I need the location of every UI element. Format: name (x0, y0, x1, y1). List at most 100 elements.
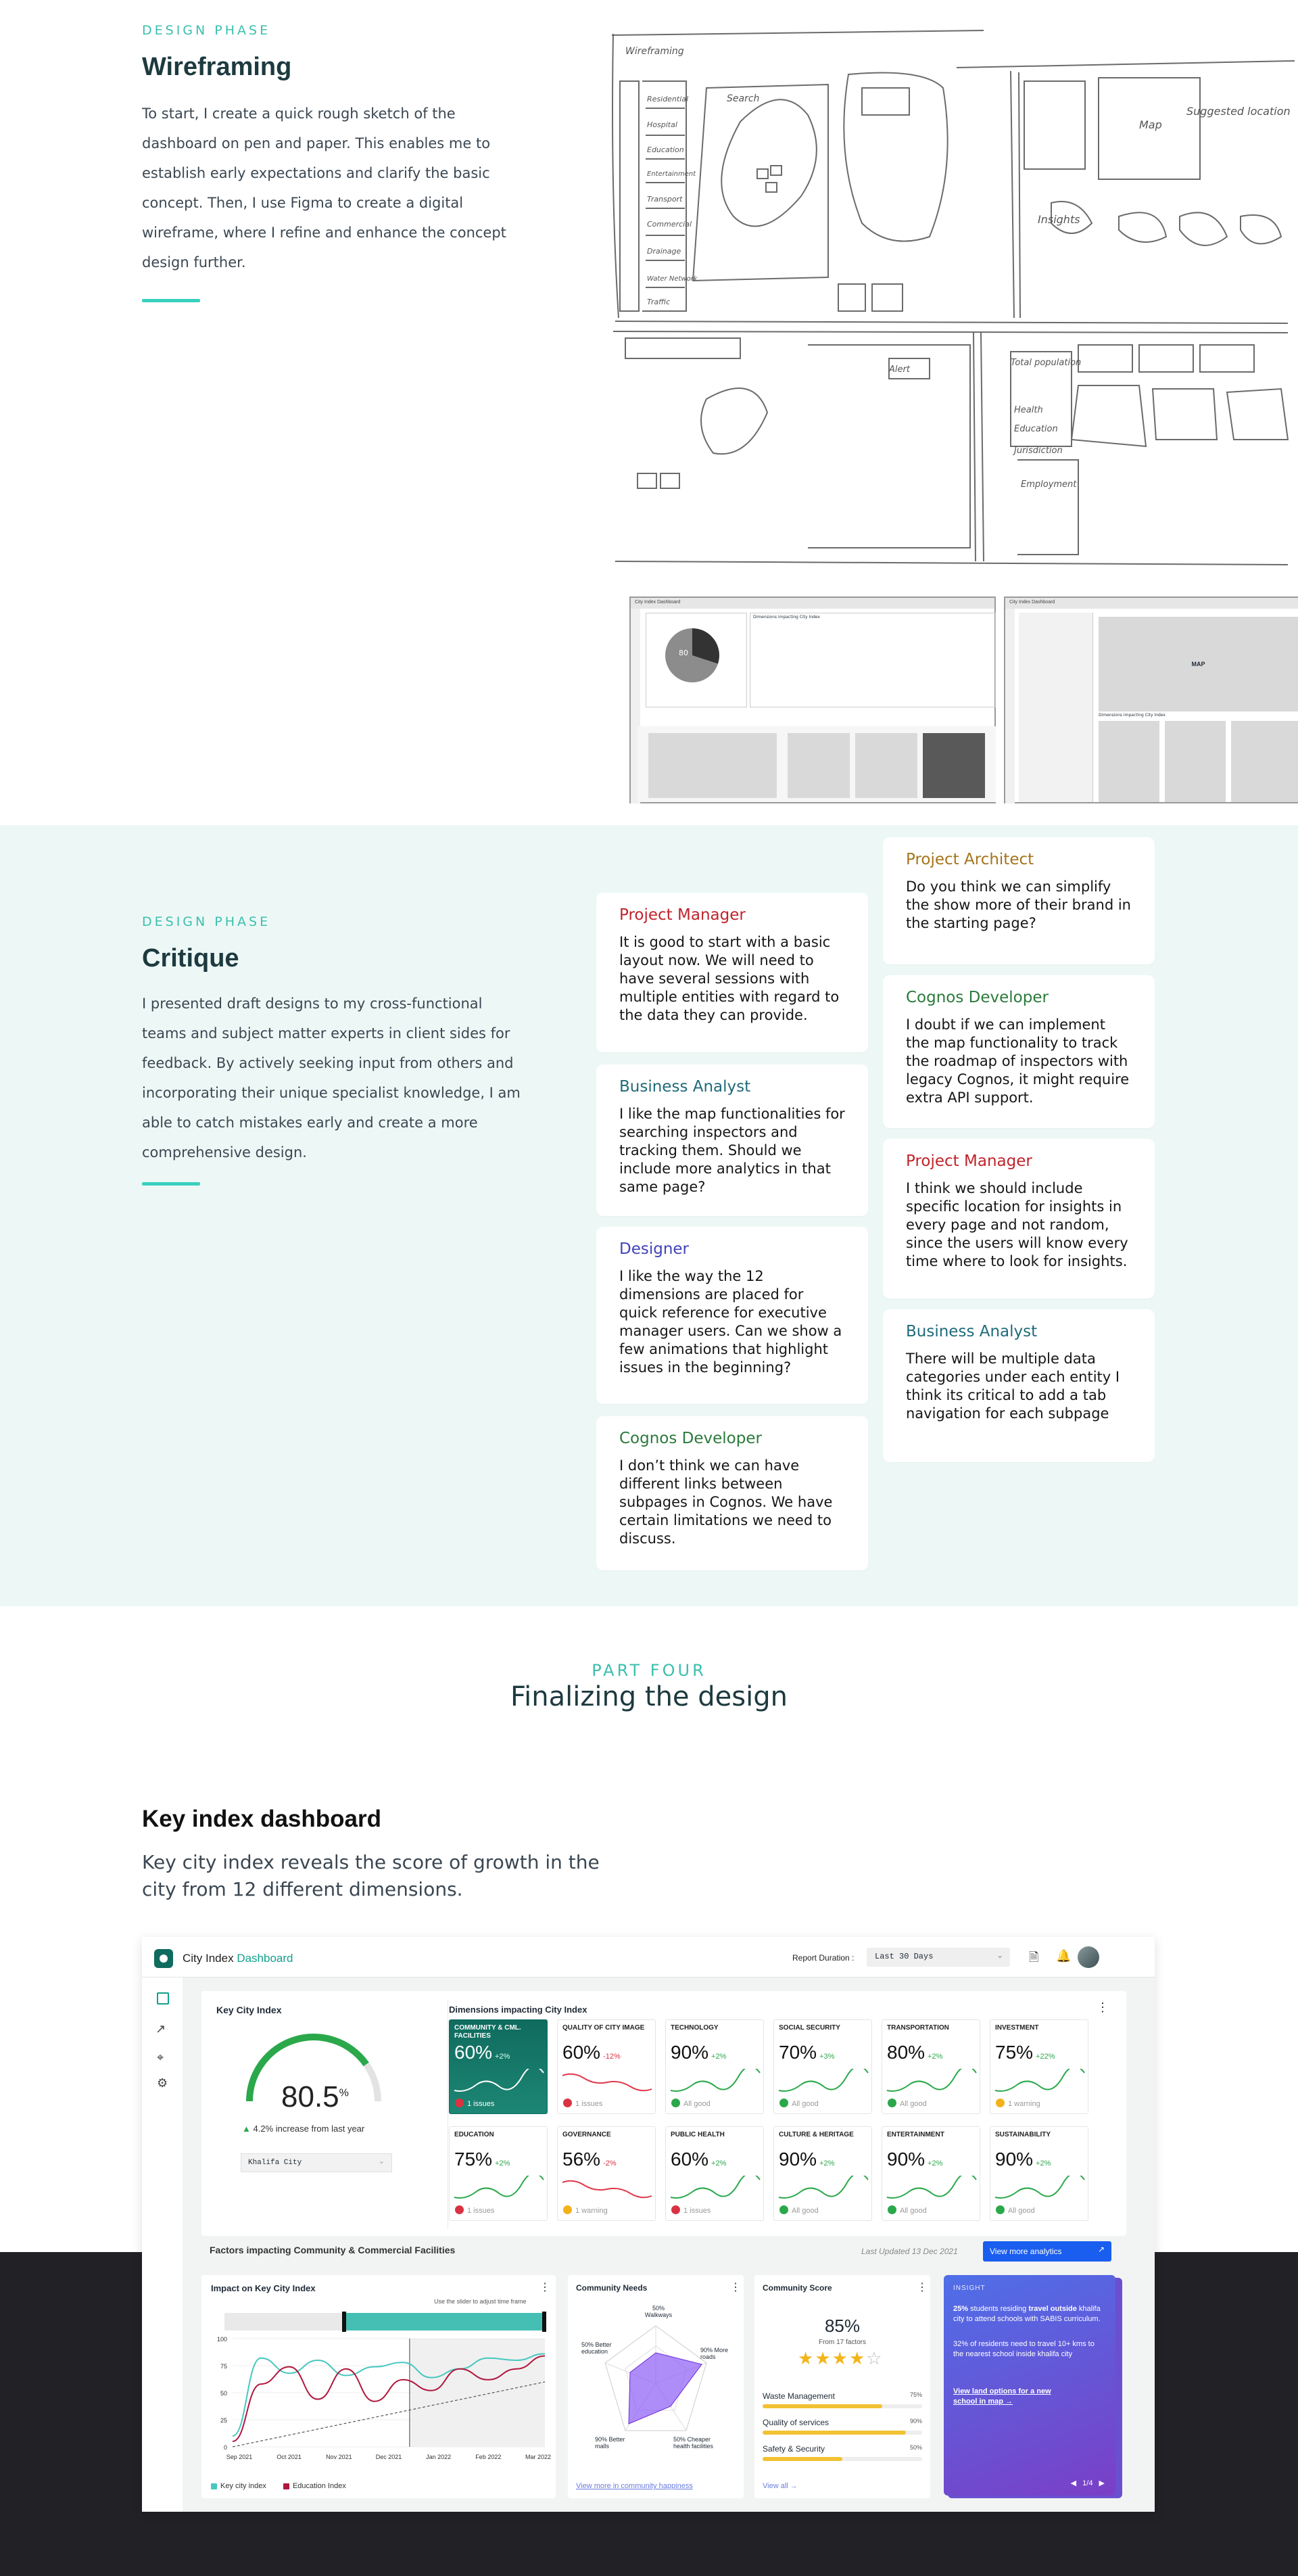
tile-name: SUSTAINABILITY (995, 2131, 1051, 2138)
sketch-note-drainage: Drainage (647, 247, 681, 256)
score-bar-value: 50% (909, 2444, 922, 2451)
tile-status: 1 issues (671, 2205, 711, 2215)
star-rating: ★★★★☆ (798, 2348, 884, 2369)
sketch-note-education-2: Education (1014, 424, 1058, 434)
alert-icon (563, 2099, 572, 2107)
tile-name: QUALITY OF CITY IMAGE (562, 2024, 645, 2032)
tile-status-text: 1 issues (683, 2207, 711, 2215)
dashboard-nav-icon[interactable] (157, 1992, 169, 2005)
dimension-tile[interactable]: CULTURE & HERITAGE 90% +2% All good (773, 2126, 872, 2221)
tile-value-row: 75% +2% (450, 2149, 547, 2170)
digital-wireframe-home: City Index Dashboard 80 Dimensions impac… (629, 596, 996, 803)
tile-value-row: 80% +2% (882, 2042, 980, 2063)
score-bar-value: 90% (909, 2418, 922, 2425)
more-vertical-icon[interactable]: ⋮ (730, 2280, 741, 2294)
tile-sparkline (994, 2176, 1085, 2199)
chevron-down-icon: ⌄ (996, 1951, 1003, 1961)
tile-sparkline (778, 2069, 869, 2092)
insight-paragraph-1: 25% students residing travel outside kha… (953, 2304, 1106, 2324)
dimension-tile[interactable]: GOVERNANCE 56% -2% 1 warning (557, 2126, 656, 2221)
slider-handle-right[interactable] (542, 2312, 546, 2332)
star-icon: ☆ (866, 2348, 884, 2368)
view-analytics-button[interactable]: View more analytics ↗ (983, 2241, 1111, 2262)
dimension-tile[interactable]: PUBLIC HEALTH 60% +2% 1 issues (665, 2126, 764, 2221)
check-icon (996, 2205, 1005, 2214)
prev-icon[interactable]: ◀ (1071, 2479, 1076, 2487)
land-options-link[interactable]: View land options for a new school in ma… (953, 2387, 1061, 2407)
tile-status: All good (996, 2205, 1035, 2215)
report-duration-value: Last 30 Days (875, 1952, 934, 1961)
score-bar-row: Quality of services 90% (763, 2416, 922, 2435)
dimension-tile[interactable]: EDUCATION 75% +2% 1 issues (449, 2126, 548, 2221)
dimension-tile[interactable]: ENTERTAINMENT 90% +2% All good (882, 2126, 980, 2221)
trend-nav-icon[interactable]: ↗ (155, 2022, 166, 2036)
accent-rule (142, 299, 200, 302)
tile-status: All good (888, 2099, 927, 2108)
score-bar-fill (763, 2457, 842, 2461)
sketch-note-health: Health (1014, 405, 1043, 415)
tile-status: All good (671, 2099, 711, 2108)
tile-value: 75% (995, 2042, 1034, 2063)
settings-nav-icon[interactable]: ⚙ (157, 2076, 168, 2090)
sketch-note-employment: Employment (1021, 479, 1077, 490)
location-nav-icon[interactable]: ⌖ (157, 2051, 164, 2065)
check-icon (779, 2205, 788, 2214)
check-icon (888, 2205, 896, 2214)
dimension-tile[interactable]: SUSTAINABILITY 90% +2% All good (990, 2126, 1088, 2221)
sketch-note-title: Wireframing (625, 46, 684, 57)
tile-sparkline (562, 2180, 652, 2199)
dimension-tile[interactable]: TRANSPORTATION 80% +2% All good (882, 2019, 980, 2114)
tile-status-text: All good (792, 2100, 819, 2108)
tile-sparkline (994, 2069, 1085, 2092)
check-icon (671, 2099, 680, 2107)
feedback-card: Project Architect Do you think we can si… (883, 837, 1155, 964)
more-vertical-icon[interactable]: ⋮ (917, 2280, 928, 2294)
x-tick-label: Mar 2022 (525, 2454, 551, 2460)
tile-value-row: 75% +22% (990, 2042, 1088, 2063)
tile-value-row: 70% +3% (774, 2042, 871, 2063)
wireframe-header-2: City Index Dashboard (1005, 598, 1298, 609)
dimension-tile[interactable]: INVESTMENT 75% +22% 1 warning (990, 2019, 1088, 2114)
tile-name: ENTERTAINMENT (887, 2131, 944, 2138)
insight-pager: 1/4 (1082, 2479, 1093, 2487)
sketch-note-map: Map (1139, 118, 1162, 131)
app-logo-icon (154, 1949, 173, 1968)
tile-value: 75% (454, 2149, 493, 2170)
wireframing-body: To start, I create a quick rough sketch … (142, 106, 506, 271)
report-duration-select[interactable]: Last 30 Days ⌄ (867, 1948, 1010, 1967)
x-tick-label: Feb 2022 (475, 2454, 501, 2460)
more-vertical-icon[interactable]: ⋮ (539, 2280, 550, 2294)
wireframe-bottom-panel (638, 726, 996, 802)
tile-value-row: 90% +2% (990, 2149, 1088, 2170)
sketch-note-transport: Transport (647, 195, 683, 204)
time-range-slider[interactable] (224, 2312, 546, 2332)
tile-status-text: All good (900, 2207, 927, 2215)
view-all-link[interactable]: View all → (763, 2482, 798, 2490)
tile-status: 1 issues (455, 2099, 494, 2108)
feedback-card: Business Analyst I like the map function… (596, 1064, 868, 1216)
critique-title: Critique (142, 944, 239, 973)
impact-title: Impact on Key City Index (211, 2283, 316, 2293)
community-happiness-link[interactable]: View more in community happiness (576, 2482, 693, 2490)
wireframe-pie-label: 80 (679, 649, 688, 657)
dimension-tiles: COMMUNITY & CML. FACILITIES 60% +2% 1 issue… (201, 1991, 1126, 2236)
star-icon: ★ (848, 2348, 867, 2368)
next-icon[interactable]: ▶ (1099, 2479, 1105, 2487)
slider-handle-left[interactable] (342, 2312, 346, 2332)
x-tick-label: Jan 2022 (426, 2454, 451, 2460)
dimension-tile[interactable]: COMMUNITY & CML. FACILITIES 60% +2% 1 issue… (449, 2019, 548, 2114)
tile-name: INVESTMENT (995, 2024, 1039, 2032)
dimension-tile[interactable]: SOCIAL SECURITY 70% +3% All good (773, 2019, 872, 2114)
insight-stat: 25% (953, 2305, 969, 2313)
user-avatar[interactable] (1078, 1946, 1099, 1968)
bell-icon[interactable]: 🔔 (1056, 1949, 1071, 1963)
arrow-right-icon: → (790, 2482, 798, 2490)
export-icon[interactable]: 🗎 (1029, 1949, 1038, 1969)
tile-sparkline (886, 2176, 977, 2199)
tile-status-text: 1 issues (467, 2207, 495, 2215)
tile-delta: +2% (928, 2159, 943, 2168)
tile-value-row: 60% +2% (666, 2149, 763, 2170)
dimension-tile[interactable]: QUALITY OF CITY IMAGE 60% -12% 1 issues (557, 2019, 656, 2114)
tile-name: TRANSPORTATION (887, 2024, 949, 2032)
dimension-tile[interactable]: TECHNOLOGY 90% +2% All good (665, 2019, 764, 2114)
